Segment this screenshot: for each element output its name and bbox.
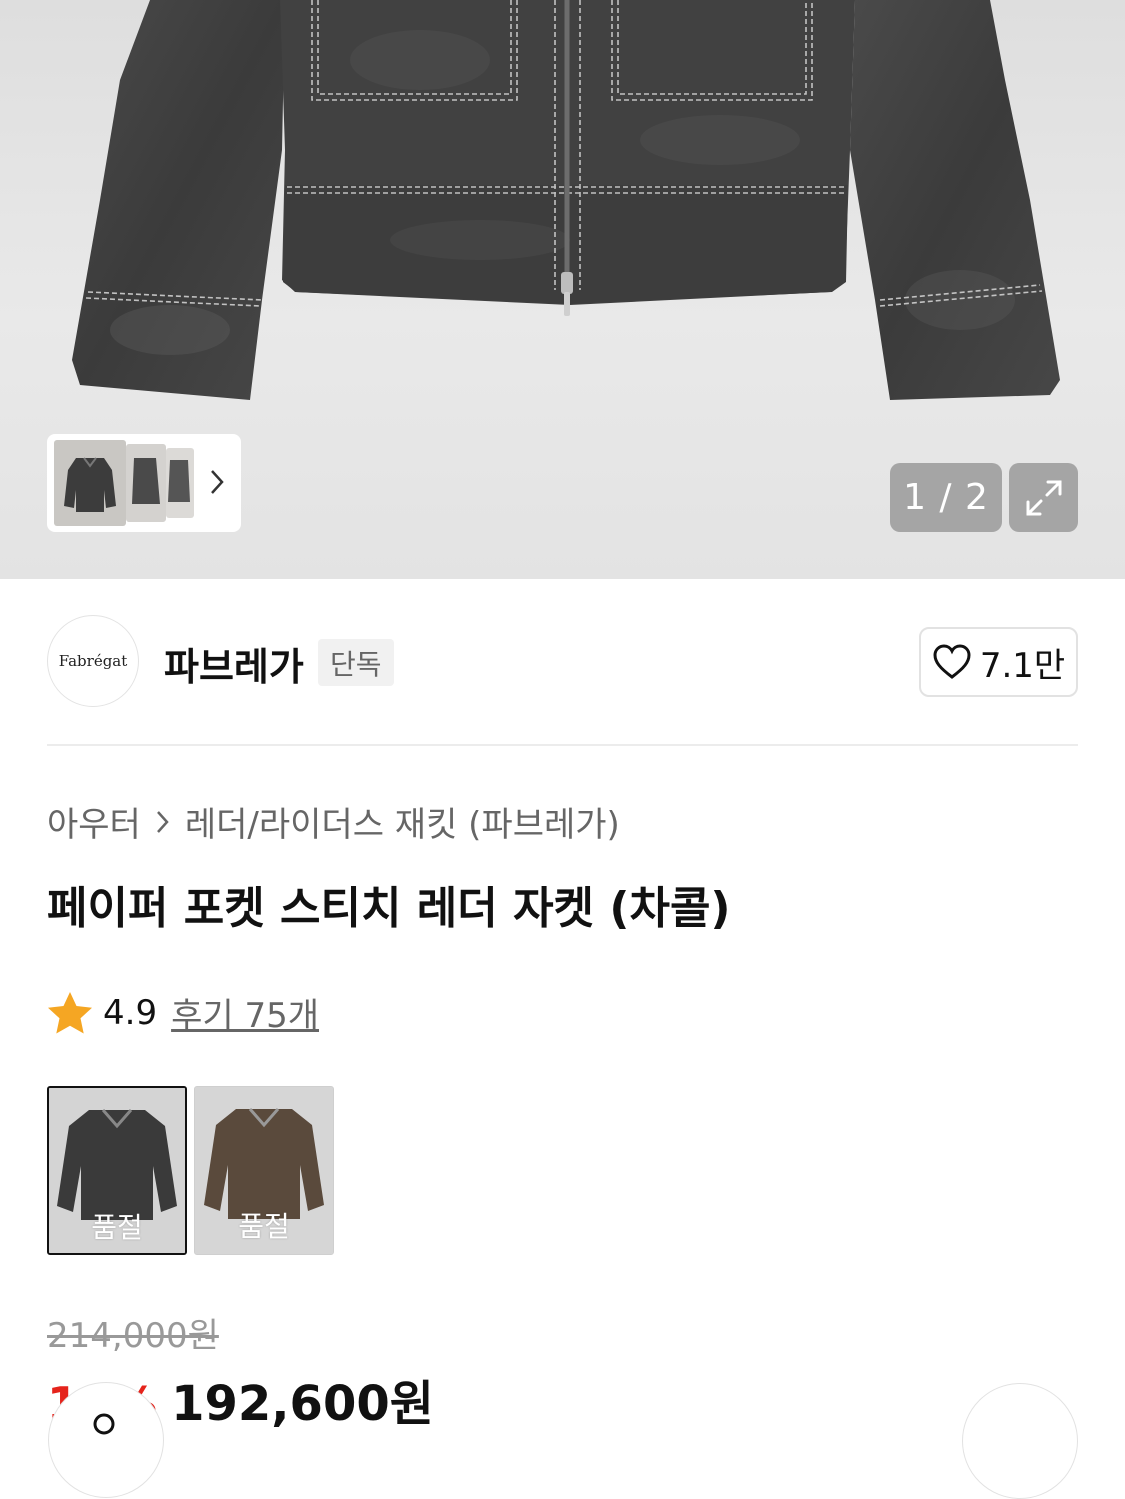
thumbnail-side[interactable] (126, 444, 166, 522)
exclusive-badge: 단독 (318, 639, 394, 686)
brand-logo-text: Fabrégat (58, 652, 128, 670)
sale-price: 192,600원 (171, 1376, 434, 1432)
like-count: 7.1만 (979, 645, 1066, 686)
divider (47, 744, 1078, 746)
product-image-gallery[interactable]: 1 / 2 (0, 0, 1125, 579)
brand-logo[interactable]: Fabrégat (47, 615, 139, 707)
expand-icon (1026, 480, 1061, 515)
review-count-link[interactable]: 후기 75개 (171, 988, 319, 1037)
original-price: 214,000원 (47, 1316, 219, 1356)
fullscreen-button[interactable] (1009, 463, 1078, 532)
color-option-brown[interactable]: 품절 (194, 1086, 334, 1255)
product-title: 페이퍼 포켓 스티치 레더 자켓 (차콜) (47, 883, 731, 934)
heart-icon (933, 644, 971, 679)
thumbnail-front[interactable] (54, 440, 126, 526)
gallery-thumbnails[interactable] (47, 434, 241, 532)
soldout-label: 품절 (91, 1211, 143, 1244)
soldout-label: 품절 (238, 1210, 290, 1243)
chevron-right-icon (156, 810, 169, 833)
rating-score: 4.9 (103, 992, 158, 1033)
rating-row: 4.9 후기 75개 (47, 988, 319, 1037)
floating-search-button[interactable] (48, 1382, 164, 1498)
chevron-right-icon[interactable] (203, 464, 231, 500)
thumbnail-back[interactable] (166, 448, 194, 518)
breadcrumb-subcategory[interactable]: 레더/라이더스 재킷 (파브레가) (185, 797, 620, 846)
brand-name[interactable]: 파브레가 (164, 636, 304, 691)
star-icon (48, 991, 92, 1033)
color-option-charcoal[interactable]: 품절 (47, 1086, 187, 1255)
breadcrumb-category[interactable]: 아우터 (47, 797, 141, 846)
search-icon (93, 1413, 115, 1435)
breadcrumb: 아우터 레더/라이더스 재킷 (파브레가) (47, 797, 620, 846)
floating-top-button[interactable] (962, 1383, 1078, 1499)
brand-like-button[interactable]: 7.1만 (919, 627, 1078, 697)
image-counter: 1 / 2 (890, 463, 1002, 532)
